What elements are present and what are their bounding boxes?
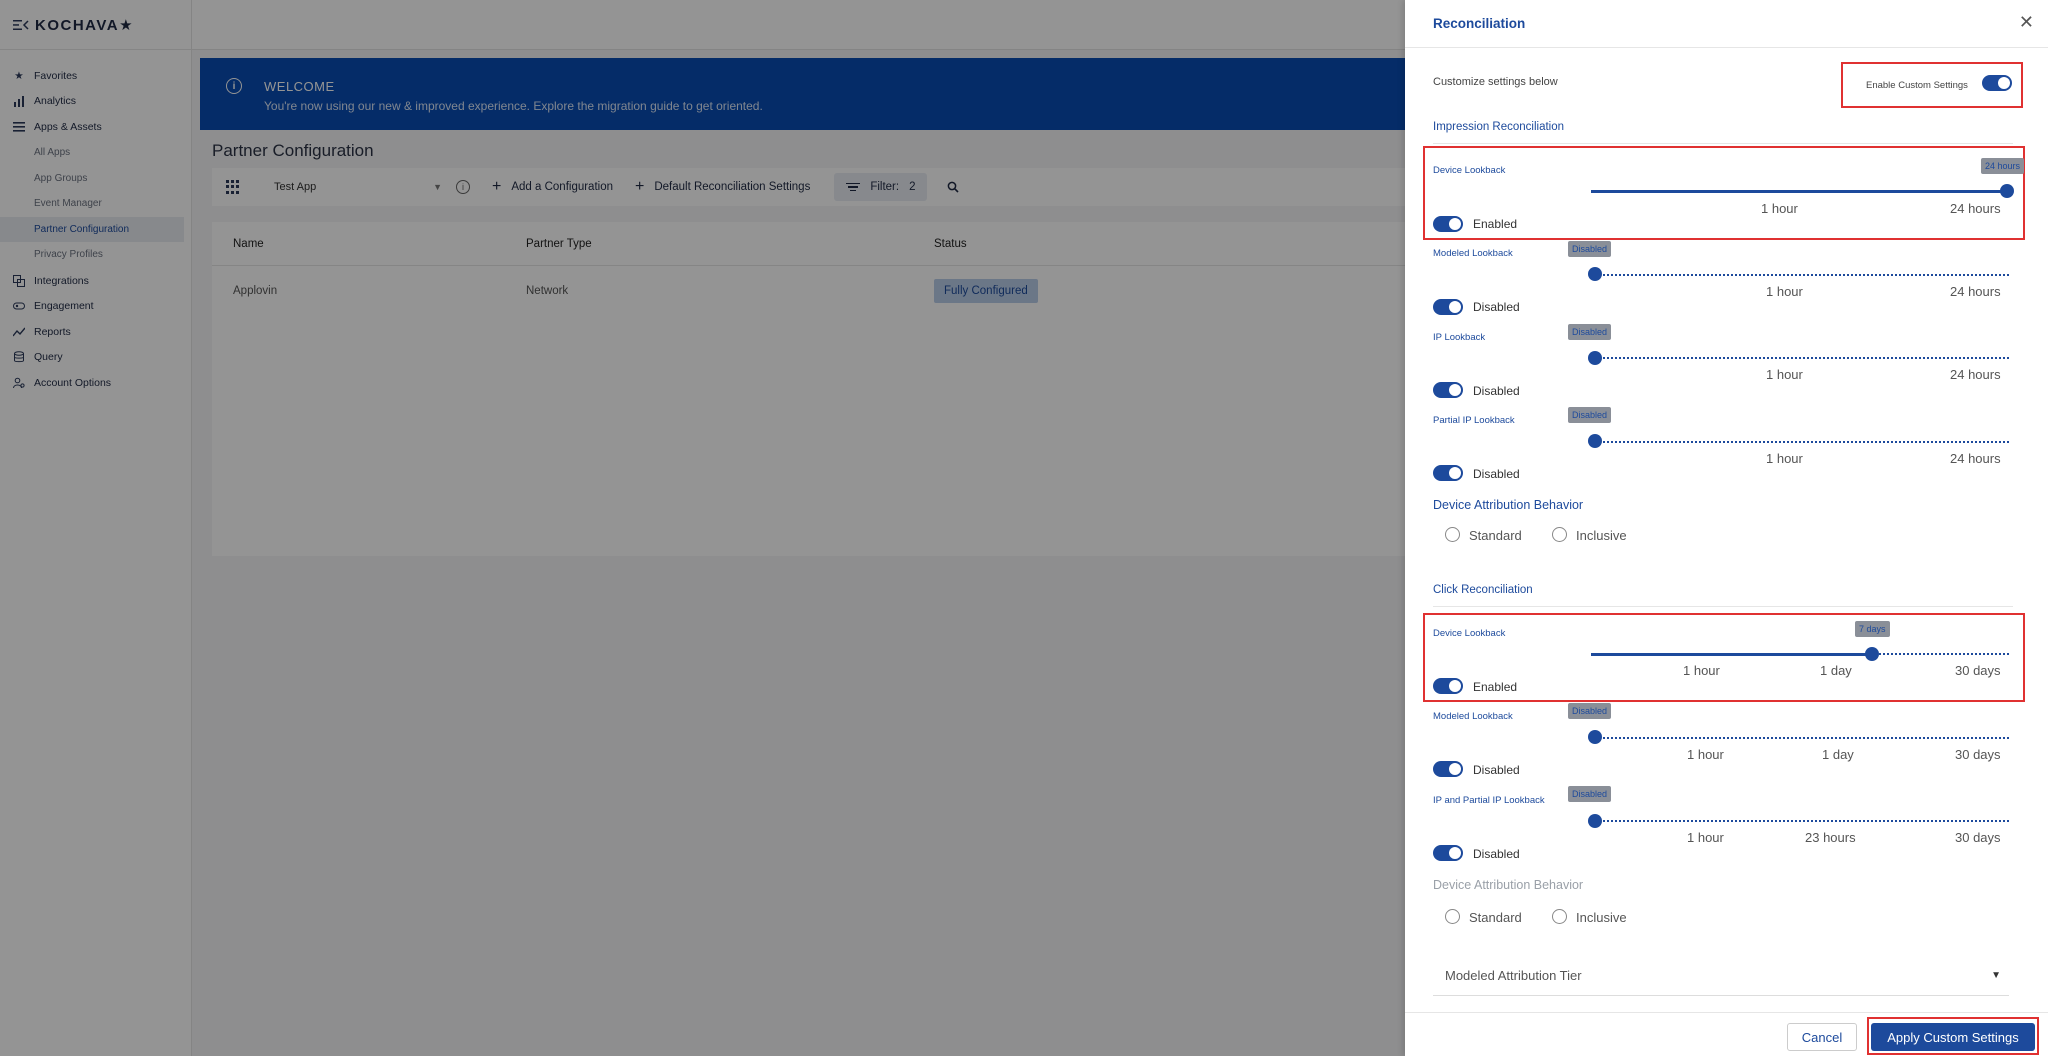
click-device-lookback-slider[interactable] [1865,647,1879,661]
drawer-header: Reconciliation ✕ [1405,0,2048,48]
cancel-button[interactable]: Cancel [1787,1023,1857,1051]
impression-modeled-lookback-toggle[interactable] [1433,299,1463,315]
click-modeled-lookback-label: Modeled Lookback [1433,711,1513,722]
slider-tick: 1 hour [1687,747,1724,762]
slider-tooltip: Disabled [1568,786,1612,802]
modeled-attribution-tier-select[interactable]: Modeled Attribution Tier ▼ [1433,958,2009,996]
enable-custom-label: Enable Custom Settings [1866,80,1968,91]
radio-label: Standard [1469,910,1522,925]
click-device-lookback-label: Device Lookback [1433,628,1506,639]
slider-tooltip: Disabled [1568,324,1612,340]
slider-tooltip: 7 days [1855,621,1890,637]
drawer-title: Reconciliation [1433,16,1526,31]
slider-tick: 30 days [1955,830,2001,845]
slider-tick: 1 hour [1761,201,1798,216]
divider [1433,143,2013,144]
slider-tick: 24 hours [1950,367,2001,382]
click-ip-lookback-label: IP and Partial IP Lookback [1433,795,1545,806]
click-modeled-lookback-slider[interactable] [1588,730,1602,744]
impression-device-lookback-label: Device Lookback [1433,165,1506,176]
slider-tick: 30 days [1955,663,2001,678]
slider-track [1591,737,2009,740]
impression-partial-ip-lookback-label: Partial IP Lookback [1433,415,1515,426]
radio-label: Inclusive [1576,910,1627,925]
click-device-lookback-toggle[interactable] [1433,678,1463,694]
drawer-footer: Cancel Apply Custom Settings [1405,1012,2048,1056]
slider-tick: 23 hours [1805,830,1856,845]
slider-track [1591,441,2009,444]
slider-tick: 1 hour [1766,451,1803,466]
toggle-label: Disabled [1473,467,1520,481]
radio-label: Inclusive [1576,528,1627,543]
dropdown-arrow-icon: ▼ [1991,970,2001,981]
click-ip-lookback-toggle[interactable] [1433,845,1463,861]
enable-custom-settings-toggle[interactable] [1982,75,2012,91]
slider-track [1591,820,2009,823]
slider-tooltip: Disabled [1568,241,1612,257]
divider [1433,606,2013,607]
radio-label: Standard [1469,528,1522,543]
click-modeled-lookback-toggle[interactable] [1433,761,1463,777]
slider-fill [1591,190,2003,193]
click-inclusive-radio[interactable] [1552,909,1567,924]
impression-modeled-lookback-label: Modeled Lookback [1433,248,1513,259]
impression-ip-lookback-slider[interactable] [1588,351,1602,365]
toggle-label: Disabled [1473,384,1520,398]
impression-ip-lookback-toggle[interactable] [1433,382,1463,398]
slider-tick: 1 day [1820,663,1852,678]
reconciliation-drawer: Reconciliation ✕ Customize settings belo… [1405,0,2048,1056]
toggle-label: Disabled [1473,300,1520,314]
slider-tick: 1 hour [1766,284,1803,299]
impression-inclusive-radio[interactable] [1552,527,1567,542]
slider-track [1591,274,2009,277]
click-behavior-title: Device Attribution Behavior [1433,878,1584,892]
impression-device-lookback-toggle[interactable] [1433,216,1463,232]
toggle-label: Disabled [1473,763,1520,777]
impression-partial-ip-lookback-slider[interactable] [1588,434,1602,448]
slider-tick: 1 hour [1683,663,1720,678]
slider-tick: 24 hours [1950,201,2001,216]
slider-tick: 1 day [1822,747,1854,762]
slider-tick: 30 days [1955,747,2001,762]
toggle-label: Enabled [1473,217,1518,231]
click-standard-radio[interactable] [1445,909,1460,924]
impression-section-title: Impression Reconciliation [1433,121,1565,133]
slider-track [1591,357,2009,360]
slider-tooltip: 24 hours [1981,158,2025,174]
impression-standard-radio[interactable] [1445,527,1460,542]
slider-tooltip: Disabled [1568,407,1612,423]
impression-ip-lookback-label: IP Lookback [1433,332,1486,343]
slider-tick: 1 hour [1766,367,1803,382]
slider-fill [1591,653,1873,656]
impression-behavior-title: Device Attribution Behavior [1433,498,1584,512]
click-ip-lookback-slider[interactable] [1588,814,1602,828]
impression-modeled-lookback-slider[interactable] [1588,267,1602,281]
impression-device-lookback-slider[interactable] [2000,184,2014,198]
toggle-label: Enabled [1473,680,1518,694]
click-section-title: Click Reconciliation [1433,584,1533,596]
toggle-label: Disabled [1473,847,1520,861]
select-placeholder: Modeled Attribution Tier [1445,968,1582,983]
close-icon[interactable]: ✕ [2019,12,2034,33]
customize-text: Customize settings below [1433,76,1558,88]
apply-custom-settings-button[interactable]: Apply Custom Settings [1871,1023,2035,1051]
slider-tick: 1 hour [1687,830,1724,845]
slider-tick: 24 hours [1950,284,2001,299]
impression-partial-ip-lookback-toggle[interactable] [1433,465,1463,481]
slider-tick: 24 hours [1950,451,2001,466]
slider-tooltip: Disabled [1568,703,1612,719]
